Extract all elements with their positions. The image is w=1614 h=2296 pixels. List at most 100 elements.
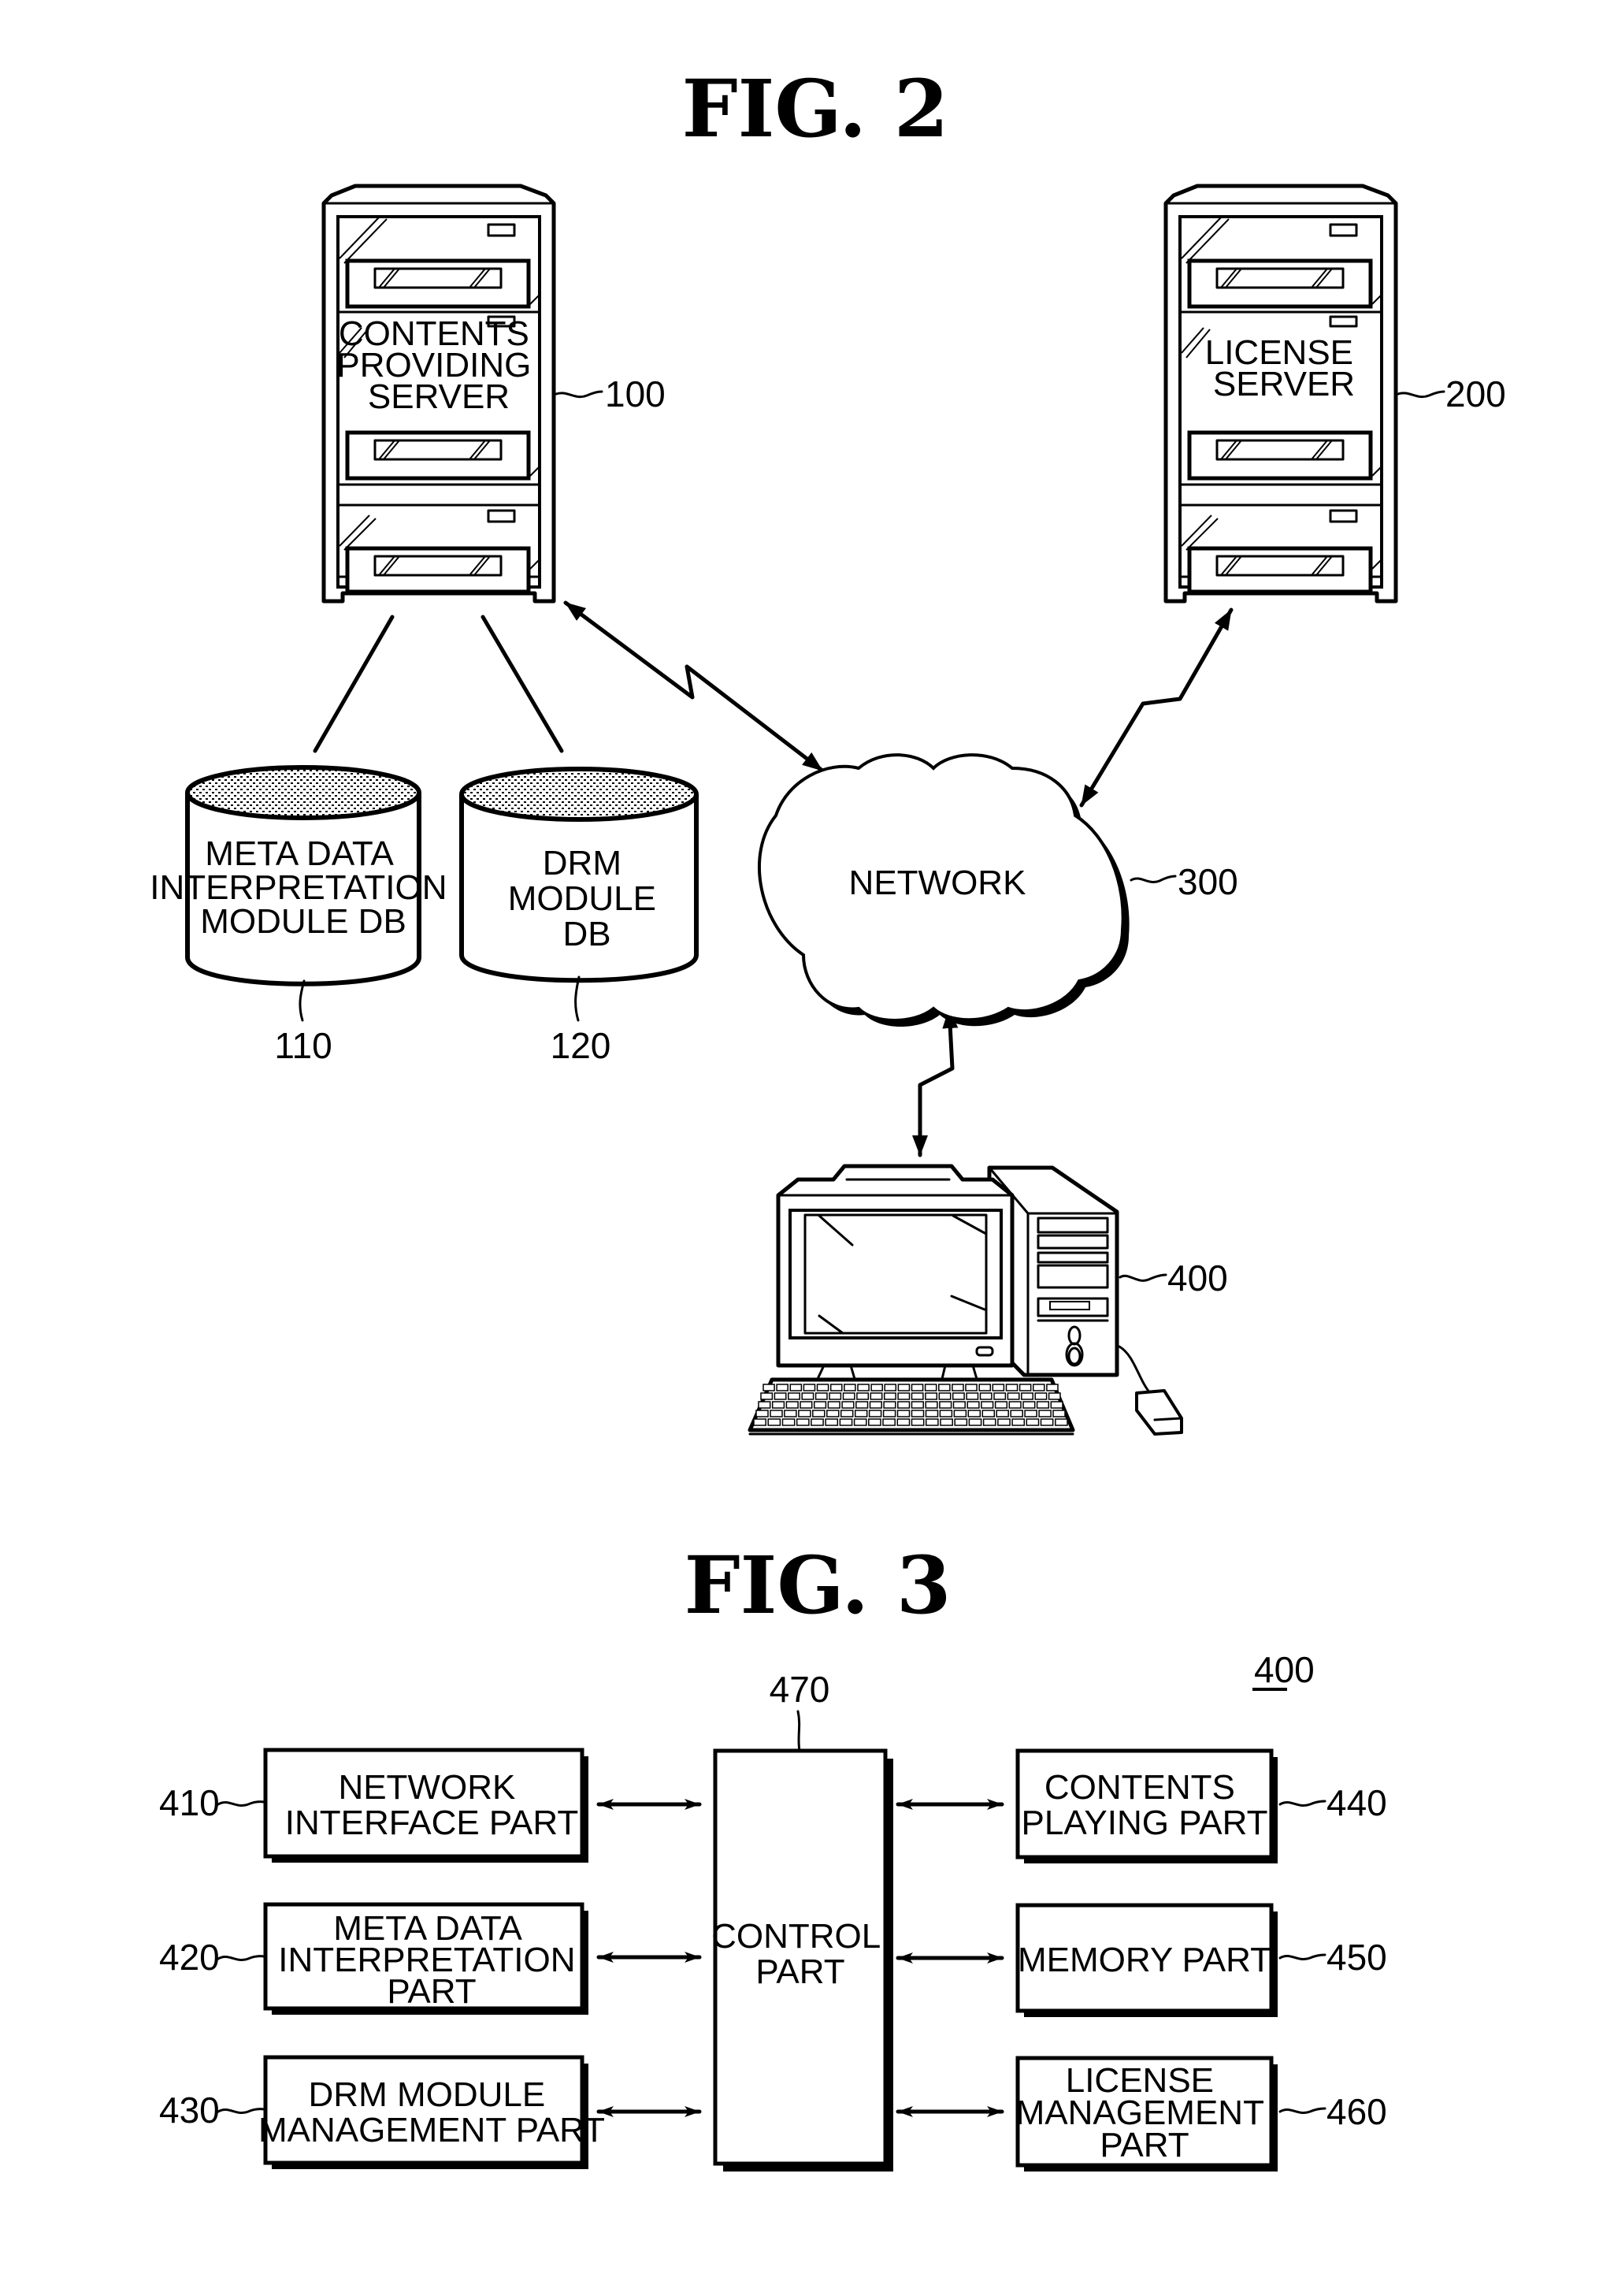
mouse-cable <box>1118 1345 1152 1395</box>
keyboard-key <box>1008 1401 1022 1409</box>
keyboard-key <box>758 1401 771 1409</box>
ref-110: 110 <box>274 1025 332 1066</box>
keyboard-key <box>939 1401 952 1409</box>
memory-part-block: MEMORY PART 450 <box>896 1903 1387 2017</box>
ref-470: 470 <box>770 1669 830 1710</box>
leader-line <box>555 390 603 399</box>
leader-line <box>1119 1273 1167 1282</box>
keyboard-key <box>829 1384 843 1391</box>
keyboard-key <box>796 1418 810 1426</box>
leader-line <box>217 1800 265 1807</box>
keyboard-key <box>1050 1401 1063 1409</box>
keyboard-key <box>774 1392 787 1400</box>
license-management-part-block: LICENSE MANAGEMENT PART 460 <box>896 2056 1387 2172</box>
license-server: LICENSE SERVER 200 <box>1166 186 1506 601</box>
keyboard-key <box>816 1384 829 1391</box>
contents-providing-server: CONTENTS PROVIDING SERVER 100 <box>324 186 666 601</box>
keyboard-key <box>1026 1418 1040 1426</box>
keyboard-key <box>853 1418 867 1426</box>
connector-line <box>480 615 564 753</box>
network-interface-part-block: NETWORK INTERFACE PART 410 <box>159 1748 702 1863</box>
keyboard-key <box>993 1392 1007 1400</box>
keyboard-key <box>1036 1401 1050 1409</box>
keyboard-key <box>842 1392 855 1400</box>
keyboard-key <box>925 1418 939 1426</box>
keyboard-key <box>994 1401 1008 1409</box>
keyboard-key <box>855 1401 869 1409</box>
ref-430: 430 <box>159 2090 220 2131</box>
keyboard-key <box>760 1392 774 1400</box>
block-label: CONTENTS PLAYING PART <box>1022 1768 1268 1842</box>
keyboard-key <box>798 1410 811 1417</box>
keyboard-key <box>967 1401 980 1409</box>
keyboard-key <box>814 1392 828 1400</box>
keyboard-key <box>854 1410 868 1417</box>
block-label: DRM MODULE MANAGEMENT PART <box>258 2075 605 2149</box>
figure-3-title: FIG. 3 <box>685 1539 952 1632</box>
keyboard-key <box>911 1384 924 1391</box>
keyboard-key <box>770 1410 783 1417</box>
keyboard-key <box>966 1392 979 1400</box>
keyboard-key <box>800 1401 813 1409</box>
keyboard-key <box>1018 1384 1032 1391</box>
keyboard-key <box>803 1384 816 1391</box>
keyboard-key <box>940 1418 953 1426</box>
leader-line <box>1278 1800 1326 1807</box>
leader-line <box>1278 1953 1326 1960</box>
keyboard-key <box>938 1384 951 1391</box>
keyboard-key <box>1005 1384 1018 1391</box>
keyboard-key <box>1034 1392 1048 1400</box>
device-ref-400: 400 <box>1254 1649 1315 1690</box>
keyboard-key <box>801 1392 814 1400</box>
connector-line <box>313 615 395 753</box>
keyboard-key <box>897 1392 911 1400</box>
database-icon <box>459 767 699 822</box>
keyboard-key <box>840 1410 854 1417</box>
leader-line <box>299 979 306 1022</box>
keyboard-key <box>992 1384 1005 1391</box>
keyboard-key <box>883 1401 896 1409</box>
figure-2: FIG. 2 CONTENTS PROVIDING SERVER 100 LIC… <box>150 62 1506 1436</box>
keyboard-key <box>981 1401 994 1409</box>
drm-module-db-cylinder: DRM MODULE DB 120 <box>459 767 699 1066</box>
keyboard-key <box>896 1410 911 1417</box>
ref-120: 120 <box>551 1025 611 1066</box>
keyboard-key <box>827 1401 840 1409</box>
keyboard-key <box>954 1418 968 1426</box>
keyboard-key <box>952 1392 965 1400</box>
keyboard-key <box>870 1392 883 1400</box>
keyboard-key <box>896 1418 911 1426</box>
wireless-link-server-network <box>563 600 825 773</box>
keyboard-key <box>965 1384 978 1391</box>
block-label: MEMORY PART <box>1018 1941 1271 1979</box>
drm-module-management-part-block: DRM MODULE MANAGEMENT PART 430 <box>159 2055 702 2169</box>
keyboard-key <box>938 1392 952 1400</box>
keyboard-key <box>897 1401 911 1409</box>
keyboard-key <box>978 1384 992 1391</box>
ref-450: 450 <box>1326 1937 1387 1978</box>
keyboard-key <box>839 1418 853 1426</box>
keyboard-key <box>1040 1418 1054 1426</box>
keyboard-key <box>776 1384 788 1391</box>
leader-line <box>217 1955 265 1961</box>
keyboard-key <box>925 1401 938 1409</box>
figure-2-title: FIG. 2 <box>682 62 949 155</box>
keyboard-key <box>953 1410 967 1417</box>
keyboard-key <box>911 1410 925 1417</box>
leader-line <box>796 1710 801 1752</box>
keyboard-key <box>1038 1410 1052 1417</box>
leader-line <box>1278 2107 1326 2114</box>
keyboard-key <box>1022 1401 1036 1409</box>
meta-data-db-cylinder: META DATA INTERPRETATION MODULE DB 110 <box>150 765 447 1066</box>
keyboard-key <box>1046 1384 1059 1391</box>
ref-400: 400 <box>1167 1258 1228 1298</box>
keyboard-key <box>813 1401 827 1409</box>
wireless-link-network-client <box>912 1006 959 1157</box>
keyboard-key <box>939 1410 953 1417</box>
control-part-block: CONTROL PART 470 <box>711 1669 893 2172</box>
keyboard-key <box>1011 1418 1026 1426</box>
wireless-link-license-network <box>1079 607 1234 808</box>
keyboard-key <box>869 1401 882 1409</box>
keyboard-key <box>981 1410 996 1417</box>
monitor-icon <box>776 1164 1015 1380</box>
